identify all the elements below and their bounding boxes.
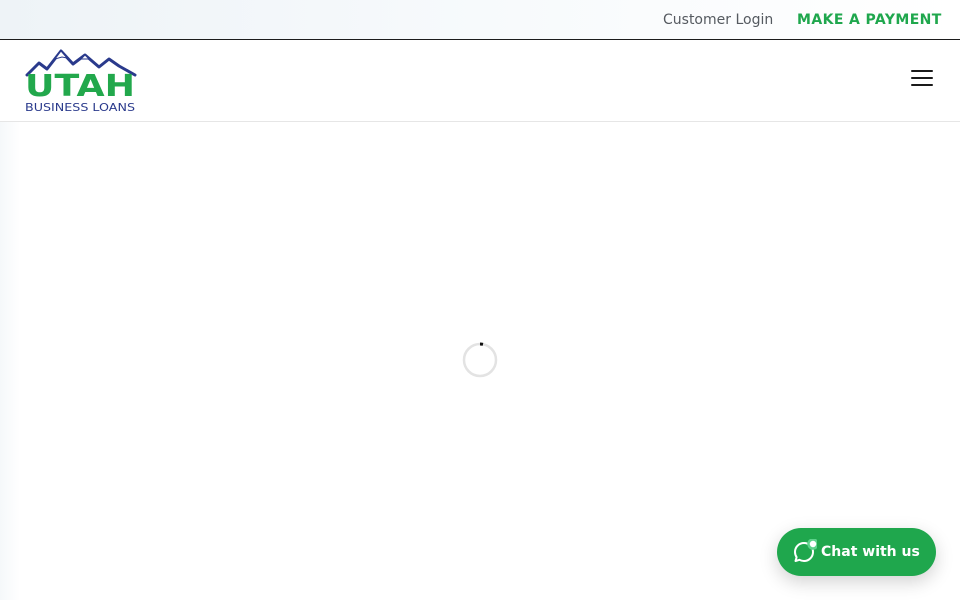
make-payment-link[interactable]: MAKE A PAYMENT [797, 12, 942, 28]
utah-business-loans-logo[interactable]: UTAH BUSINESS LOANS [25, 49, 137, 115]
menu-line [911, 70, 933, 72]
chat-label: Chat with us [821, 544, 920, 560]
menu-line [911, 77, 933, 79]
online-indicator [807, 539, 817, 550]
chat-with-us-button[interactable]: Chat with us [777, 528, 936, 576]
mountain-logo-icon: UTAH BUSINESS LOANS [25, 49, 137, 114]
hamburger-menu-icon[interactable] [905, 65, 939, 93]
logo-tagline: BUSINESS LOANS [25, 101, 135, 114]
loading-spinner-icon [462, 342, 498, 378]
customer-login-link[interactable]: Customer Login [663, 12, 773, 28]
top-utility-bar: Customer Login MAKE A PAYMENT [0, 0, 960, 40]
menu-line [911, 84, 933, 86]
site-header: UTAH BUSINESS LOANS [0, 40, 960, 122]
logo-word: UTAH [25, 69, 135, 104]
chat-bubble-icon [794, 539, 817, 562]
